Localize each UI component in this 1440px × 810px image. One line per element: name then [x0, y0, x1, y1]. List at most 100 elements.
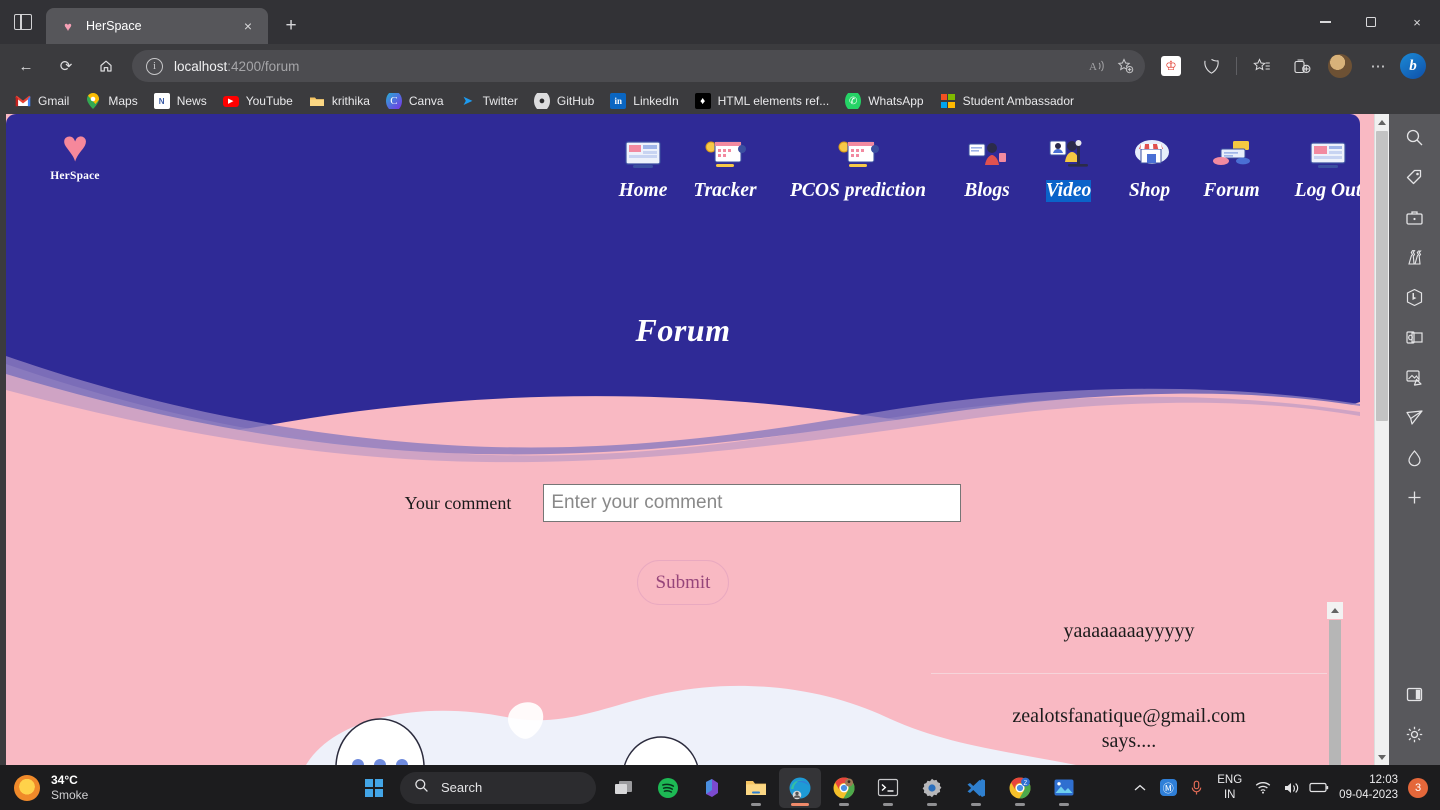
bookmark-youtube[interactable]: ▶ YouTube — [216, 90, 300, 112]
add-favorite-icon[interactable] — [1111, 52, 1139, 80]
search-icon — [414, 778, 429, 798]
bookmark-gmail[interactable]: Gmail — [8, 90, 76, 112]
bookmark-krithika[interactable]: krithika — [302, 90, 377, 112]
notification-badge[interactable]: 3 — [1408, 777, 1428, 798]
comment-author: zealotsfanatique@gmail.com says.... — [1012, 705, 1246, 752]
page-scrollbar[interactable] — [1374, 114, 1389, 765]
add-icon[interactable] — [1398, 480, 1432, 514]
nav-item-forum[interactable]: Forum — [1190, 132, 1273, 202]
briefcase-icon[interactable] — [1398, 200, 1432, 234]
bookmark-canva[interactable]: C Canva — [379, 90, 451, 112]
new-tab-button[interactable]: + — [276, 11, 306, 41]
bookmark-student-ambassador[interactable]: Student Ambassador — [933, 90, 1081, 112]
bookmark-html-elements-ref[interactable]: ♦ HTML elements ref... — [688, 90, 837, 112]
page-scroll-thumb[interactable] — [1376, 131, 1388, 421]
taskbar-app-spotify[interactable] — [647, 768, 689, 808]
close-window-button[interactable]: × — [1394, 0, 1440, 44]
site-logo[interactable]: ♥ HerSpace — [38, 125, 112, 182]
reload-icon[interactable]: ⟳ — [49, 49, 83, 83]
bing-icon[interactable] — [1398, 280, 1432, 314]
bookmark-linkedin[interactable]: in LinkedIn — [603, 90, 685, 112]
page-scroll-down-button[interactable] — [1375, 749, 1389, 765]
read-aloud-icon[interactable]: A — [1083, 52, 1111, 80]
page-title: Forum — [635, 312, 731, 348]
bookmarks-bar: Gmail Maps N News ▶ YouTube krithika C C… — [0, 88, 1440, 114]
tag-icon[interactable] — [1398, 160, 1432, 194]
comments-scroll-content: says.... yaaaaaaaayyyyy zealotsfanatique… — [931, 602, 1327, 765]
page-scroll-up-button[interactable] — [1375, 114, 1389, 130]
address-bar[interactable]: i localhost:4200/forum A — [132, 50, 1145, 82]
taskbar-app-chrome[interactable] — [823, 768, 865, 808]
minimize-button[interactable] — [1302, 0, 1348, 44]
comment-input[interactable] — [543, 484, 962, 522]
clock[interactable]: 12:03 09-04-2023 — [1333, 773, 1408, 803]
home-icon[interactable] — [89, 49, 123, 83]
nav-item-video[interactable]: Video — [1028, 132, 1109, 202]
bluetooth-icon[interactable]: Ⓜ — [1154, 771, 1182, 805]
nav-label: Log Out — [1294, 180, 1360, 201]
submit-button[interactable]: Submit — [637, 560, 729, 605]
taskbar-app-photos[interactable] — [1043, 768, 1085, 808]
image-editor-icon[interactable] — [1398, 360, 1432, 394]
taskbar-app-task-view[interactable] — [603, 768, 645, 808]
bookmark-label: News — [176, 94, 207, 108]
window-controls: × — [1302, 0, 1440, 44]
bookmark-news[interactable]: N News — [147, 90, 214, 112]
browser-tab[interactable]: ♥ HerSpace × — [46, 8, 268, 44]
site-info-icon[interactable]: i — [146, 57, 163, 75]
taskbar-app-office[interactable] — [691, 768, 733, 808]
split-screen-icon[interactable] — [1194, 49, 1228, 83]
taskbar-app-chrome-z[interactable]: Z — [999, 768, 1041, 808]
language-indicator[interactable]: ENG IN — [1210, 773, 1249, 802]
nav-item-home[interactable]: Home — [606, 132, 680, 202]
microphone-icon[interactable] — [1182, 771, 1210, 805]
drop-icon[interactable] — [1398, 440, 1432, 474]
svg-text:Z: Z — [1024, 781, 1028, 787]
nav-item-tracker[interactable]: Tracker — [680, 132, 770, 202]
battery-icon[interactable] — [1305, 771, 1333, 805]
taskbar-app-file-explorer[interactable] — [735, 768, 777, 808]
copilot-icon[interactable]: b — [1400, 53, 1426, 79]
games-icon[interactable] — [1398, 240, 1432, 274]
settings-and-more-icon[interactable]: ⋯ — [1361, 49, 1395, 83]
extension-icon[interactable]: ♔ — [1154, 49, 1188, 83]
maximize-button[interactable] — [1348, 0, 1394, 44]
outlook-icon[interactable] — [1398, 320, 1432, 354]
tray-overflow-icon[interactable] — [1126, 771, 1154, 805]
favorites-icon[interactable] — [1245, 49, 1279, 83]
taskbar-app-settings[interactable] — [911, 768, 953, 808]
tab-actions-button[interactable] — [0, 0, 46, 44]
collections-icon[interactable] — [1285, 49, 1319, 83]
nav-item-blogs[interactable]: Blogs — [946, 132, 1028, 202]
bookmark-label: Gmail — [38, 94, 70, 108]
bookmark-github[interactable]: ● GitHub — [527, 90, 601, 112]
taskbar-search[interactable]: Search — [400, 771, 596, 804]
tab-title: HerSpace — [86, 19, 142, 33]
wifi-icon[interactable] — [1249, 771, 1277, 805]
bookmark-twitter[interactable]: ➤ Twitter — [453, 90, 525, 112]
comments-scroll-thumb[interactable] — [1329, 620, 1341, 765]
avatar[interactable] — [1328, 54, 1352, 78]
sidebar-toggle-icon[interactable] — [1398, 677, 1432, 711]
weather-widget[interactable]: 34°C Smoke — [0, 773, 300, 803]
tab-actions-icon — [14, 14, 32, 30]
bookmark-whatsapp[interactable]: ✆ WhatsApp — [838, 90, 930, 112]
close-icon[interactable]: × — [236, 14, 260, 38]
back-icon[interactable]: ← — [9, 49, 43, 83]
nav-item-log-out[interactable]: Log Out — [1273, 132, 1360, 202]
taskbar-app-edge[interactable] — [779, 767, 821, 808]
linkedin-icon: in — [610, 93, 627, 109]
taskbar-app-vscode[interactable] — [955, 768, 997, 808]
comments-scrollbar[interactable] — [1327, 602, 1343, 765]
comments-scroll-up-button[interactable] — [1327, 602, 1343, 619]
nav-item-pcos-prediction[interactable]: PCOS prediction — [770, 132, 946, 202]
bookmark-maps[interactable]: Maps — [78, 90, 144, 112]
nav-item-shop[interactable]: Shop — [1109, 132, 1190, 202]
search-icon[interactable] — [1398, 120, 1432, 154]
gear-icon[interactable] — [1398, 717, 1432, 751]
start-button[interactable] — [354, 768, 394, 808]
send-icon[interactable] — [1398, 400, 1432, 434]
web-page: ♥ HerSpace Home Tracker PCOS prediction … — [6, 114, 1375, 765]
taskbar-app-terminal[interactable] — [867, 768, 909, 808]
volume-icon[interactable] — [1277, 771, 1305, 805]
